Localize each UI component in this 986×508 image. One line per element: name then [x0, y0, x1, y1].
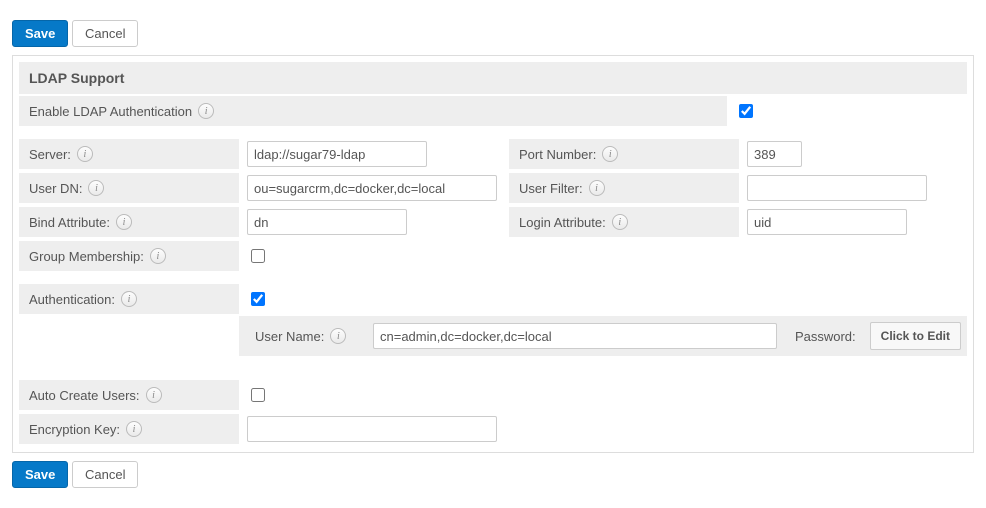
userdn-field — [239, 171, 509, 205]
loginattr-label: Login Attribute: i — [509, 207, 739, 237]
auth-username-input[interactable] — [373, 323, 777, 349]
userdn-label: User DN: i — [19, 173, 239, 203]
enckey-label: Encryption Key: i — [19, 414, 239, 444]
port-label: Port Number: i — [509, 139, 739, 169]
auth-label: Authentication: i — [19, 284, 239, 314]
server-label: Server: i — [19, 139, 239, 169]
userfilter-label-text: User Filter: — [519, 181, 583, 196]
bindattr-input[interactable] — [247, 209, 407, 235]
cancel-button[interactable]: Cancel — [72, 461, 138, 488]
save-button[interactable]: Save — [12, 20, 68, 47]
server-label-text: Server: — [29, 147, 71, 162]
info-icon[interactable]: i — [146, 387, 162, 403]
auth-username-label: User Name: i — [245, 322, 365, 350]
info-icon[interactable]: i — [150, 248, 166, 264]
auth-sub-row: User Name: i Password: Click to Edit — [19, 316, 967, 356]
info-icon[interactable]: i — [116, 214, 132, 230]
loginattr-field — [739, 205, 929, 239]
groupmem-row: Group Membership: i — [19, 239, 967, 273]
userdn-label-text: User DN: — [29, 181, 82, 196]
bindattr-field — [239, 205, 509, 239]
bindattr-label-text: Bind Attribute: — [29, 215, 110, 230]
server-input[interactable] — [247, 141, 427, 167]
autocreate-field — [239, 381, 509, 409]
server-field — [239, 137, 509, 171]
click-to-edit-button[interactable]: Click to Edit — [870, 322, 961, 350]
loginattr-label-text: Login Attribute: — [519, 215, 606, 230]
port-input[interactable] — [747, 141, 802, 167]
userdn-row: User DN: i User Filter: i — [19, 171, 967, 205]
auth-row: Authentication: i — [19, 282, 967, 316]
info-icon[interactable]: i — [198, 103, 214, 119]
info-icon[interactable]: i — [612, 214, 628, 230]
enable-field — [727, 97, 967, 125]
enckey-input[interactable] — [247, 416, 497, 442]
autocreate-row: Auto Create Users: i — [19, 378, 967, 412]
info-icon[interactable]: i — [121, 291, 137, 307]
autocreate-label: Auto Create Users: i — [19, 380, 239, 410]
auth-password-label: Password: — [785, 329, 862, 344]
bindattr-label: Bind Attribute: i — [19, 207, 239, 237]
userdn-input[interactable] — [247, 175, 497, 201]
top-button-row: Save Cancel — [12, 20, 974, 47]
auth-label-text: Authentication: — [29, 292, 115, 307]
groupmem-field — [239, 242, 509, 270]
ldap-panel: LDAP Support Enable LDAP Authentication … — [12, 55, 974, 453]
enable-checkbox[interactable] — [739, 104, 753, 118]
enckey-label-text: Encryption Key: — [29, 422, 120, 437]
groupmem-checkbox[interactable] — [251, 249, 265, 263]
info-icon[interactable]: i — [589, 180, 605, 196]
enckey-field — [239, 412, 509, 446]
cancel-button[interactable]: Cancel — [72, 20, 138, 47]
port-label-text: Port Number: — [519, 147, 596, 162]
section-title: LDAP Support — [19, 62, 967, 94]
server-row: Server: i Port Number: i — [19, 137, 967, 171]
groupmem-label-text: Group Membership: — [29, 249, 144, 264]
enckey-row: Encryption Key: i — [19, 412, 967, 446]
enable-label-text: Enable LDAP Authentication — [29, 104, 192, 119]
userfilter-input[interactable] — [747, 175, 927, 201]
info-icon[interactable]: i — [330, 328, 346, 344]
autocreate-label-text: Auto Create Users: — [29, 388, 140, 403]
bottom-button-row: Save Cancel — [12, 461, 974, 488]
info-icon[interactable]: i — [126, 421, 142, 437]
info-icon[interactable]: i — [77, 146, 93, 162]
enable-row: Enable LDAP Authentication i — [19, 94, 967, 128]
autocreate-checkbox[interactable] — [251, 388, 265, 402]
auth-field — [239, 285, 509, 313]
port-field — [739, 137, 929, 171]
bindattr-row: Bind Attribute: i Login Attribute: i — [19, 205, 967, 239]
save-button[interactable]: Save — [12, 461, 68, 488]
userfilter-label: User Filter: i — [509, 173, 739, 203]
info-icon[interactable]: i — [88, 180, 104, 196]
auth-username-label-text: User Name: — [255, 329, 324, 344]
auth-checkbox[interactable] — [251, 292, 265, 306]
groupmem-label: Group Membership: i — [19, 241, 239, 271]
info-icon[interactable]: i — [602, 146, 618, 162]
loginattr-input[interactable] — [747, 209, 907, 235]
enable-label: Enable LDAP Authentication i — [19, 96, 727, 126]
userfilter-field — [739, 171, 929, 205]
